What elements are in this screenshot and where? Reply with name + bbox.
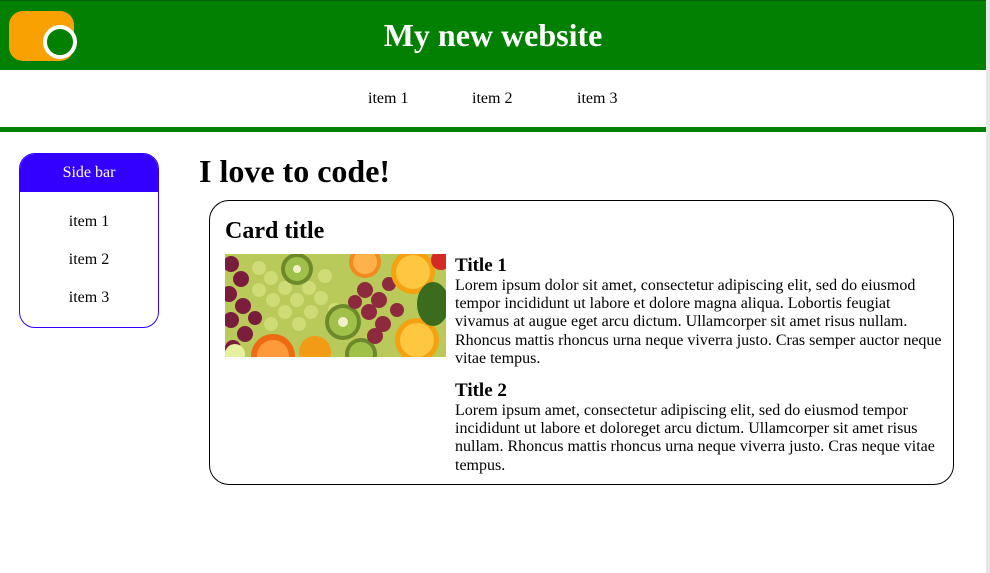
fruit-photo-graphic xyxy=(225,254,446,357)
nav-divider xyxy=(0,127,986,132)
card-text: Title 1 Lorem ipsum dolor sit amet, cons… xyxy=(455,255,943,475)
entry-body: Lorem ipsum amet, consectetur adipiscing… xyxy=(455,402,935,474)
sidebar-item-2[interactable]: item 2 xyxy=(20,250,158,288)
sidebar-list: item 1 item 2 item 3 xyxy=(20,192,158,326)
content-card: Card title Title 1 Lorem ipsum dolor sit… xyxy=(209,200,954,485)
header-border xyxy=(0,0,986,1)
site-title: My new website xyxy=(383,17,603,53)
entry-title: Title 1 xyxy=(455,255,507,276)
site-header: My new website xyxy=(0,0,986,70)
card-title: Card title xyxy=(225,218,325,244)
page-heading: I love to code! xyxy=(199,153,391,189)
sidebar-title: Side bar xyxy=(20,154,158,192)
sidebar-item-1[interactable]: item 1 xyxy=(20,212,158,250)
nav-item-2[interactable]: item 2 xyxy=(472,89,512,109)
entry-body: Lorem ipsum dolor sit amet, consectetur … xyxy=(455,277,942,367)
sidebar-item-3[interactable]: item 3 xyxy=(20,288,158,326)
entry-title: Title 2 xyxy=(455,380,507,402)
fruit-image xyxy=(225,254,446,357)
top-nav: item 1 item 2 item 3 xyxy=(0,70,986,128)
entry-1: Title 1 Lorem ipsum dolor sit amet, cons… xyxy=(455,255,943,368)
nav-item-3[interactable]: item 3 xyxy=(577,89,617,109)
nav-item-1[interactable]: item 1 xyxy=(368,89,408,109)
entry-2: Title 2 Lorem ipsum amet, consectetur ad… xyxy=(455,380,943,475)
window-edge xyxy=(986,0,990,573)
sidebar: Side bar item 1 item 2 item 3 xyxy=(19,153,159,328)
